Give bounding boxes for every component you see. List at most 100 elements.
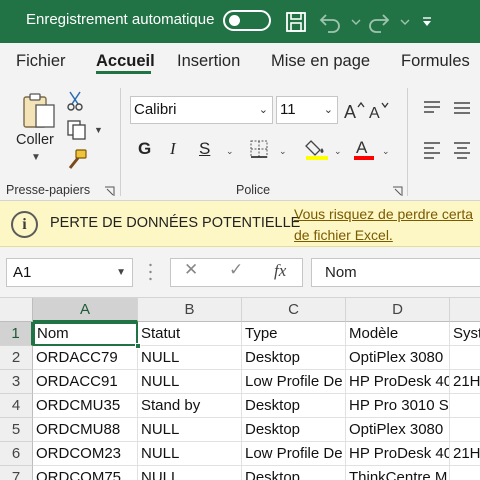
column-header-b[interactable]: B <box>138 298 242 322</box>
table-cell[interactable]: HP Pro 3010 S <box>346 394 450 418</box>
row-header[interactable]: 1 <box>0 322 33 346</box>
table-cell[interactable]: Low Profile De <box>242 370 346 394</box>
table-cell[interactable]: Stand by <box>138 394 242 418</box>
redo-icon[interactable] <box>366 9 392 35</box>
save-icon[interactable] <box>283 9 309 35</box>
table-cell[interactable]: Type <box>242 322 346 346</box>
font-size-select[interactable]: 11 ⌄ <box>276 96 338 124</box>
autosave-toggle[interactable] <box>223 10 271 31</box>
fill-handle[interactable] <box>135 343 141 349</box>
table-cell[interactable] <box>450 466 480 480</box>
row-header[interactable]: 2 <box>0 346 33 370</box>
decrease-font-size-icon[interactable]: A <box>368 97 390 123</box>
table-cell[interactable]: HP ProDesk 40 <box>346 442 450 466</box>
clipboard-dialog-launcher-icon[interactable] <box>104 184 115 196</box>
tab-accueil[interactable]: Accueil <box>96 52 155 71</box>
increase-font-size-icon[interactable]: A <box>343 97 365 123</box>
table-cell[interactable]: ORDACC79 <box>33 346 138 370</box>
table-cell[interactable]: NULL <box>138 418 242 442</box>
insert-function-icon[interactable]: fx <box>274 261 286 281</box>
column-header-d[interactable]: D <box>346 298 450 322</box>
cut-icon[interactable] <box>64 89 86 113</box>
table-cell[interactable]: Low Profile De <box>242 442 346 466</box>
table-cell[interactable]: ORDCMU88 <box>33 418 138 442</box>
table-cell[interactable] <box>450 418 480 442</box>
column-header-e[interactable] <box>450 298 480 322</box>
borders-dropdown-icon[interactable]: ⌄ <box>279 146 287 157</box>
row-header[interactable]: 6 <box>0 442 33 466</box>
format-painter-icon[interactable] <box>64 147 90 171</box>
enter-icon[interactable]: ✓ <box>229 260 243 280</box>
table-cell[interactable]: Desktop <box>242 346 346 370</box>
row-header[interactable]: 7 <box>0 466 33 480</box>
autosave-label: Enregistrement automatique <box>26 11 215 28</box>
font-size-value: 11 <box>280 101 296 118</box>
infobar-message-link[interactable]: Vous risquez de perdre certa <box>294 206 473 222</box>
borders-icon[interactable] <box>247 137 271 161</box>
table-cell[interactable] <box>450 346 480 370</box>
align-middle-icon[interactable] <box>450 97 474 119</box>
fill-color-dropdown-icon[interactable]: ⌄ <box>334 146 342 157</box>
tab-formules[interactable]: Formules <box>401 52 470 71</box>
copy-dropdown-icon[interactable]: ▼ <box>94 125 103 135</box>
font-dialog-launcher-icon[interactable] <box>392 184 403 196</box>
name-box-dropdown-icon[interactable]: ▼ <box>116 259 126 286</box>
infobar-message-link-continued[interactable]: de fichier Excel. <box>294 227 393 243</box>
font-color-dropdown-icon[interactable]: ⌄ <box>382 146 390 157</box>
chevron-down-icon: ⌄ <box>323 104 333 116</box>
table-cell[interactable]: Modèle <box>346 322 450 346</box>
cancel-icon[interactable]: ✕ <box>184 260 198 280</box>
align-top-icon[interactable] <box>420 97 444 119</box>
row-header[interactable]: 5 <box>0 418 33 442</box>
bold-button[interactable]: G <box>138 139 151 159</box>
table-cell[interactable]: ORDACC91 <box>33 370 138 394</box>
row-header[interactable]: 3 <box>0 370 33 394</box>
paste-icon[interactable] <box>19 90 59 132</box>
table-cell[interactable]: Desktop <box>242 418 346 442</box>
table-cell[interactable]: HP ProDesk 40 <box>346 370 450 394</box>
tab-mise-en-page[interactable]: Mise en page <box>271 52 370 71</box>
undo-icon[interactable] <box>317 9 343 35</box>
table-cell[interactable]: ORDCOM75 <box>33 466 138 480</box>
tab-fichier[interactable]: Fichier <box>16 52 66 71</box>
table-cell[interactable]: Desktop <box>242 394 346 418</box>
formula-input[interactable]: Nom <box>311 258 480 287</box>
table-cell[interactable]: 21H <box>450 442 480 466</box>
table-cell[interactable]: NULL <box>138 442 242 466</box>
table-cell[interactable]: NULL <box>138 346 242 370</box>
copy-icon[interactable] <box>64 118 90 142</box>
paste-dropdown-icon[interactable]: ▼ <box>31 152 41 163</box>
table-cell[interactable]: NULL <box>138 370 242 394</box>
underline-dropdown-icon[interactable]: ⌄ <box>226 146 234 157</box>
table-cell[interactable]: ORDCMU35 <box>33 394 138 418</box>
table-cell[interactable]: ORDCOM23 <box>33 442 138 466</box>
select-all-corner[interactable] <box>0 298 33 322</box>
font-color-icon[interactable]: A <box>352 137 376 161</box>
align-center-icon[interactable] <box>450 139 474 161</box>
name-box[interactable]: A1 ▼ <box>6 258 133 287</box>
fill-color-icon[interactable] <box>304 137 330 161</box>
column-header-a[interactable]: A <box>33 298 138 322</box>
table-cell[interactable]: OptiPlex 3080 <box>346 418 450 442</box>
paste-label[interactable]: Coller <box>16 132 54 148</box>
column-header-c[interactable]: C <box>242 298 346 322</box>
svg-text:A: A <box>369 105 380 121</box>
table-cell[interactable]: Statut <box>138 322 242 346</box>
align-left-icon[interactable] <box>420 139 444 161</box>
table-cell[interactable]: OptiPlex 3080 <box>346 346 450 370</box>
italic-button[interactable]: I <box>170 139 176 159</box>
table-cell[interactable]: 21H <box>450 370 480 394</box>
font-name-select[interactable]: Calibri ⌄ <box>130 96 273 124</box>
row-header[interactable]: 4 <box>0 394 33 418</box>
customize-qat-icon[interactable] <box>414 9 440 35</box>
table-cell[interactable] <box>450 394 480 418</box>
underline-button[interactable]: S <box>199 139 210 159</box>
name-box-value: A1 <box>13 264 32 281</box>
cell-a1[interactable]: Nom <box>33 322 138 346</box>
table-cell[interactable]: Desktop <box>242 466 346 480</box>
table-cell[interactable]: NULL <box>138 466 242 480</box>
table-cell[interactable]: ThinkCentre M <box>346 466 450 480</box>
table-cell[interactable]: Syst <box>450 322 480 346</box>
formula-bar-resize-handle[interactable] <box>149 262 152 282</box>
tab-insertion[interactable]: Insertion <box>177 52 240 71</box>
